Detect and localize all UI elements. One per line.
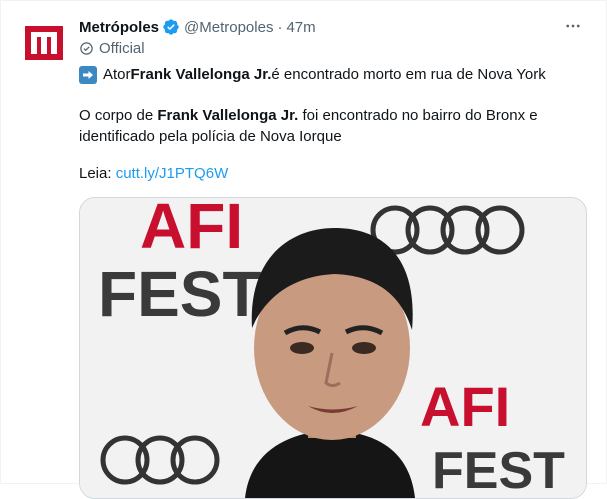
left-eye [290, 342, 314, 354]
read-label: Leia: [79, 165, 116, 182]
tweet-body: O corpo de Frank Vallelonga Jr. foi enco… [79, 105, 559, 147]
headline-suffix: é encontrado morto em rua de Nova York [271, 66, 546, 83]
official-check-icon [80, 42, 93, 55]
backdrop-fest-right: FEST [432, 442, 565, 498]
author-handle[interactable]: @Metropoles [184, 19, 273, 36]
more-options-button[interactable] [561, 14, 585, 38]
headline-prefix: Ator [103, 66, 131, 83]
avatar[interactable] [23, 22, 65, 64]
body-prefix: O corpo de [79, 107, 158, 124]
right-eye [352, 342, 376, 354]
official-label: Official [79, 40, 145, 57]
separator-dot: · [277, 18, 283, 36]
official-text: Official [99, 40, 145, 57]
right-arrow-icon [79, 66, 97, 84]
article-link[interactable]: cutt.ly/J1PTQ6W [116, 165, 229, 182]
backdrop-fest-mid: FEST [98, 258, 262, 330]
tweet-headline: Ator Frank Vallelonga Jr. é encontrado m… [79, 65, 546, 85]
metropoles-logo-icon [25, 26, 63, 60]
author-name[interactable]: Metrópoles [79, 19, 159, 36]
tweet-header: Metrópoles @Metropoles · 47m [79, 17, 316, 37]
backdrop-afi-right: AFI [420, 375, 510, 438]
body-bold-name: Frank Vallelonga Jr. [157, 107, 299, 124]
tweet-photo[interactable]: AFI FEST AFI FEST [79, 197, 587, 499]
headline-bold-name: Frank Vallelonga Jr. [130, 66, 272, 83]
verified-badge-icon [162, 18, 180, 36]
backdrop-afi-top: AFI [140, 198, 243, 262]
photo-illustration: AFI FEST AFI FEST [80, 198, 586, 498]
read-more-line: Leia: cutt.ly/J1PTQ6W [79, 164, 228, 184]
tweet-timestamp[interactable]: 47m [286, 19, 315, 36]
more-dots-icon [566, 24, 580, 28]
